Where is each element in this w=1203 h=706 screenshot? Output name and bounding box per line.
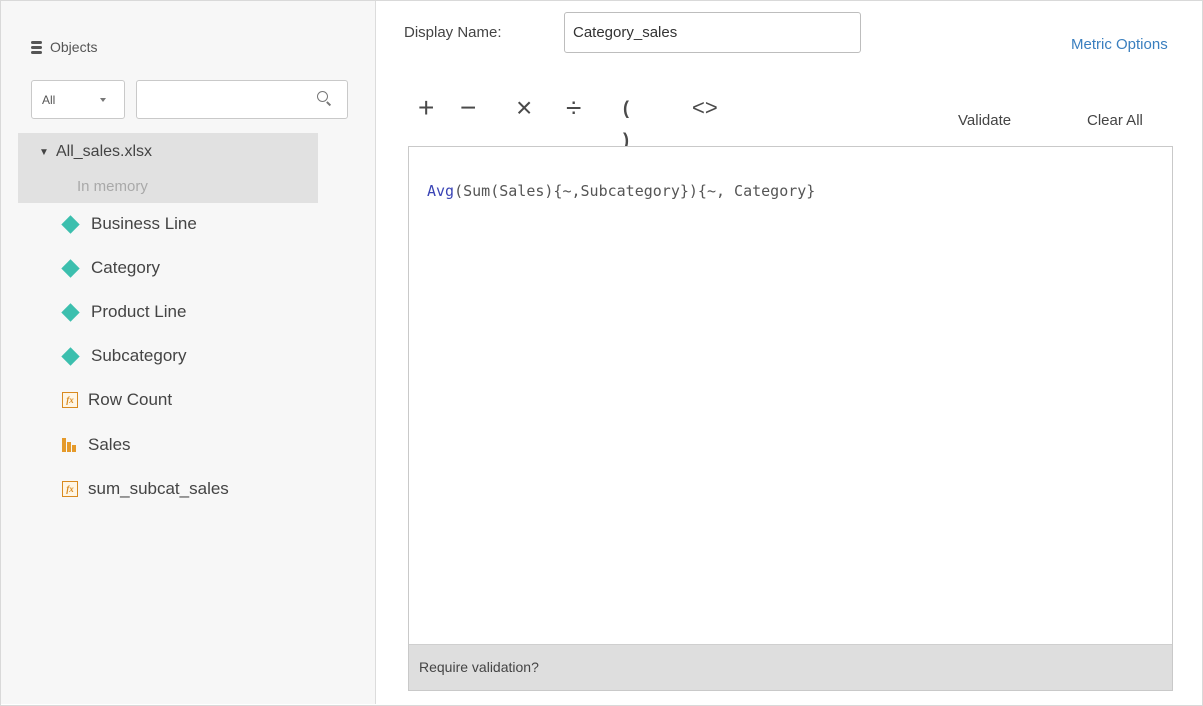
not-equal-operator-button[interactable]: <> bbox=[692, 92, 718, 124]
object-item-category[interactable]: Category bbox=[61, 255, 160, 281]
objects-header: Objects bbox=[31, 37, 97, 57]
metric-icon bbox=[62, 437, 78, 453]
multiply-operator-button[interactable]: × bbox=[516, 92, 532, 124]
objects-panel: Objects All ▼ All_sales.xlsx In memory bbox=[1, 1, 376, 704]
object-item-label: Sales bbox=[88, 435, 131, 454]
attribute-icon bbox=[61, 214, 80, 234]
object-item-sum-subcat-sales[interactable]: fx sum_subcat_sales bbox=[62, 476, 229, 502]
formula-function: Avg bbox=[427, 182, 455, 200]
attribute-icon bbox=[61, 258, 80, 278]
attribute-icon bbox=[61, 302, 80, 322]
object-item-sales[interactable]: Sales bbox=[62, 432, 131, 458]
object-search-box[interactable] bbox=[136, 80, 348, 119]
formula-editor[interactable]: Avg(Sum(Sales){~,Subcategory}){~, Catego… bbox=[408, 146, 1173, 691]
objects-title: Objects bbox=[50, 39, 98, 55]
chevron-down-icon bbox=[100, 98, 106, 102]
formula-expression: (Sum(Sales){~,Subcategory}){~, Category} bbox=[454, 182, 816, 200]
formula-text[interactable]: Avg(Sum(Sales){~,Subcategory}){~, Catego… bbox=[427, 182, 815, 200]
parentheses-operator-button[interactable]: ( ) bbox=[623, 92, 629, 150]
metric-options-link[interactable]: Metric Options bbox=[1071, 36, 1168, 53]
object-item-label: sum_subcat_sales bbox=[88, 479, 229, 498]
derived-metric-icon: fx bbox=[62, 392, 78, 408]
dataset-name: All_sales.xlsx bbox=[56, 143, 153, 160]
object-item-product-line[interactable]: Product Line bbox=[61, 299, 187, 325]
object-item-label: Subcategory bbox=[91, 346, 187, 365]
display-name-label: Display Name: bbox=[404, 24, 502, 41]
collapse-arrow-icon[interactable]: ▼ bbox=[39, 147, 49, 158]
validate-button[interactable]: Validate bbox=[958, 112, 1011, 129]
object-type-dropdown[interactable]: All bbox=[31, 80, 125, 119]
validation-status-bar: Require validation? bbox=[409, 644, 1172, 690]
object-item-subcategory[interactable]: Subcategory bbox=[61, 343, 187, 369]
object-item-row-count[interactable]: fx Row Count bbox=[62, 387, 172, 413]
plus-operator-button[interactable]: + bbox=[418, 92, 434, 124]
dataset-node[interactable]: ▼ All_sales.xlsx In memory bbox=[18, 133, 318, 203]
search-icon[interactable] bbox=[317, 91, 328, 102]
object-search-input[interactable] bbox=[143, 89, 307, 111]
database-icon bbox=[31, 40, 42, 54]
attribute-icon bbox=[61, 346, 80, 366]
dataset-status: In memory bbox=[77, 178, 148, 195]
object-type-value: All bbox=[42, 93, 56, 107]
object-item-business-line[interactable]: Business Line bbox=[61, 211, 197, 237]
clear-all-button[interactable]: Clear All bbox=[1087, 112, 1143, 129]
object-item-label: Product Line bbox=[91, 302, 187, 321]
divide-operator-button[interactable]: ÷ bbox=[566, 92, 581, 124]
object-item-label: Category bbox=[91, 258, 160, 277]
minus-operator-button[interactable]: − bbox=[460, 92, 476, 124]
validation-status-text: Require validation? bbox=[419, 659, 539, 675]
display-name-input[interactable] bbox=[564, 12, 861, 53]
object-item-label: Business Line bbox=[91, 214, 197, 233]
object-item-label: Row Count bbox=[88, 390, 173, 409]
derived-metric-icon: fx bbox=[62, 481, 78, 497]
